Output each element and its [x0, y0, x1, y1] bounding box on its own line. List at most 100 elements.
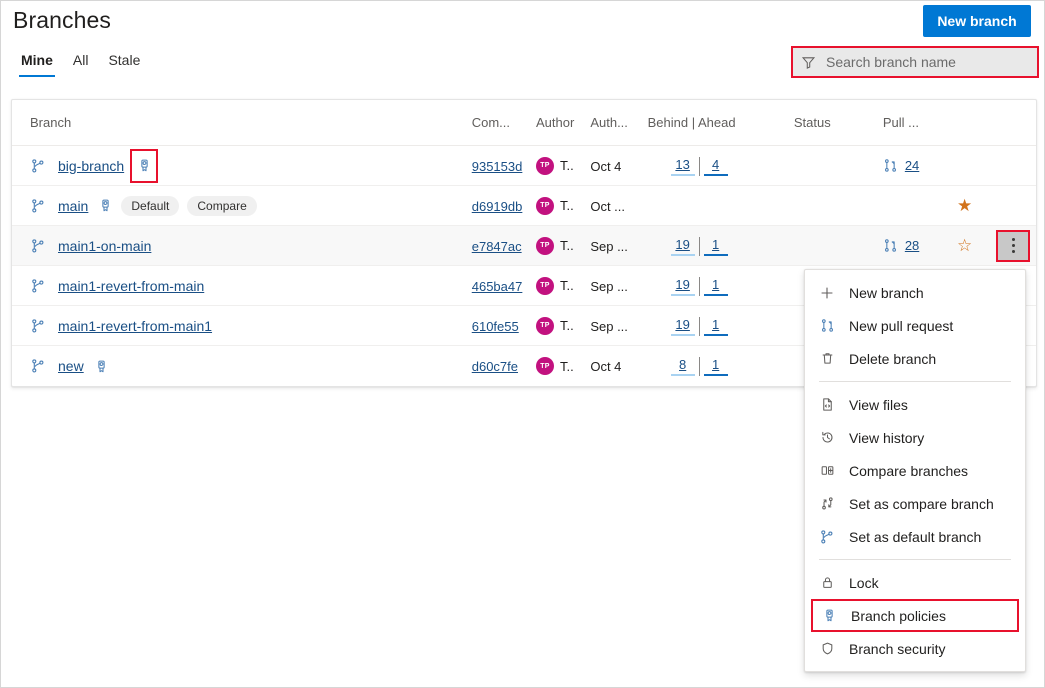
ahead-bar	[704, 374, 728, 376]
menu-item-label: New pull request	[849, 318, 953, 334]
branch-name-link[interactable]: new	[58, 358, 84, 374]
avatar: TP	[536, 237, 554, 255]
behind-ahead-cell: 19 1	[648, 236, 794, 256]
commit-hash-link[interactable]: 610fe55	[472, 319, 519, 334]
branch-name-link[interactable]: main1-revert-from-main1	[58, 318, 212, 334]
branch-name-link[interactable]: main	[58, 198, 88, 214]
column-header[interactable]: Behind | Ahead	[648, 115, 794, 130]
menu-item-set-as-default-branch[interactable]: Set as default branch	[805, 520, 1025, 553]
tab-stale[interactable]: Stale	[98, 51, 150, 77]
ahead-count[interactable]: 1	[712, 237, 719, 252]
menu-item-view-files[interactable]: View files	[805, 388, 1025, 421]
pull-request-icon	[883, 238, 898, 253]
commit-hash-link[interactable]: e7847ac	[472, 239, 522, 254]
behind-bar	[671, 254, 695, 256]
column-header[interactable]: Com...	[472, 115, 536, 130]
behind-count[interactable]: 19	[675, 237, 689, 252]
author-date-cell: Sep ...	[590, 238, 647, 254]
ahead-side: 1	[703, 237, 729, 256]
ahead-count[interactable]: 1	[712, 277, 719, 292]
commit-cell: 610fe55	[472, 318, 536, 334]
menu-item-compare-branches[interactable]: Compare branches	[805, 454, 1025, 487]
avatar: TP	[536, 197, 554, 215]
ahead-count[interactable]: 1	[712, 317, 719, 332]
table-row[interactable]: big-branch935153dTPT..Oct 413424	[12, 146, 1036, 186]
tab-all[interactable]: All	[63, 51, 99, 77]
ahead-bar	[704, 254, 728, 256]
policy-icon[interactable]	[98, 198, 113, 213]
behind-count[interactable]: 19	[675, 277, 689, 292]
author-name: T..	[560, 278, 574, 293]
column-header[interactable]: Branch	[12, 115, 472, 130]
behind-count[interactable]: 13	[675, 157, 689, 172]
behind-count[interactable]: 8	[679, 357, 686, 372]
commit-cell: d6919db	[472, 198, 536, 214]
menu-item-label: New branch	[849, 285, 924, 301]
favorite-star-filled-icon[interactable]: ★	[957, 196, 972, 215]
author-date: Oct 4	[590, 359, 621, 374]
tab-mine[interactable]: Mine	[11, 51, 63, 77]
column-header[interactable]: Auth...	[590, 115, 647, 130]
branch-name-link[interactable]: main1-on-main	[58, 238, 151, 254]
pull-request-count[interactable]: 24	[905, 158, 919, 173]
branch-icon	[30, 198, 46, 214]
branch-tabs: MineAllStale	[11, 51, 150, 77]
behind-bar	[671, 174, 695, 176]
commit-hash-link[interactable]: d60c7fe	[472, 359, 518, 374]
policy-icon[interactable]	[94, 359, 109, 374]
menu-item-label: Branch security	[849, 641, 945, 657]
behind-ahead-cell: 19 1	[648, 316, 794, 336]
menu-item-view-history[interactable]: View history	[805, 421, 1025, 454]
avatar: TP	[536, 317, 554, 335]
ahead-count[interactable]: 1	[712, 357, 719, 372]
behind-ahead-indicator: 19 1	[648, 277, 729, 296]
branch-name-link[interactable]: main1-revert-from-main	[58, 278, 204, 294]
behind-ahead-divider	[699, 357, 700, 376]
branch-name-link[interactable]: big-branch	[58, 158, 124, 174]
more-actions-button[interactable]	[996, 230, 1030, 262]
menu-item-branch-security[interactable]: Branch security	[805, 632, 1025, 665]
behind-side: 13	[670, 157, 696, 176]
ahead-count[interactable]: 4	[712, 157, 719, 172]
new-branch-button[interactable]: New branch	[923, 5, 1031, 37]
branch-tag-pill: Default	[121, 196, 179, 216]
behind-ahead-divider	[699, 277, 700, 296]
branches-page: Branches New branch MineAllStale BranchC…	[0, 0, 1045, 688]
menu-item-label: Set as default branch	[849, 529, 981, 545]
author-cell: TPT..	[536, 317, 590, 335]
menu-item-new-branch[interactable]: New branch	[805, 276, 1025, 309]
commit-hash-link[interactable]: 465ba47	[472, 279, 523, 294]
commit-cell: 465ba47	[472, 278, 536, 294]
behind-count[interactable]: 19	[675, 317, 689, 332]
menu-item-branch-policies[interactable]: Branch policies	[811, 599, 1019, 632]
menu-item-set-as-compare-branch[interactable]: Set as compare branch	[805, 487, 1025, 520]
menu-item-delete-branch[interactable]: Delete branch	[805, 342, 1025, 375]
pull-request-count[interactable]: 28	[905, 238, 919, 253]
plus-icon	[819, 285, 835, 301]
pull-request-icon	[819, 318, 835, 333]
menu-item-new-pull-request[interactable]: New pull request	[805, 309, 1025, 342]
pull-request-cell: 28	[883, 238, 957, 253]
author-date: Sep ...	[590, 239, 628, 254]
table-row[interactable]: main1-on-maine7847acTPT..Sep ...19128☆	[12, 226, 1036, 266]
set-compare-icon	[819, 496, 835, 511]
search-input[interactable]	[824, 48, 1029, 76]
table-row[interactable]: mainDefaultCompared6919dbTPT..Oct ...★	[12, 186, 1036, 226]
menu-item-lock[interactable]: Lock	[805, 566, 1025, 599]
behind-side: 19	[670, 277, 696, 296]
column-header[interactable]: Pull ...	[883, 115, 957, 130]
ahead-side: 4	[703, 157, 729, 176]
favorite-star-outline-icon[interactable]: ☆	[957, 236, 972, 255]
behind-ahead-indicator: 19 1	[648, 317, 729, 336]
behind-side: 19	[670, 237, 696, 256]
policy-icon[interactable]	[137, 158, 152, 173]
commit-hash-link[interactable]: 935153d	[472, 159, 523, 174]
column-header[interactable]: Status	[794, 115, 883, 130]
ahead-side: 1	[703, 357, 729, 376]
column-header[interactable]: Author	[536, 115, 590, 130]
pull-request-icon	[883, 158, 898, 173]
branch-policy-icon-highlight	[130, 149, 158, 183]
commit-hash-link[interactable]: d6919db	[472, 199, 523, 214]
behind-ahead-divider	[699, 317, 700, 336]
author-date-cell: Sep ...	[590, 278, 647, 294]
